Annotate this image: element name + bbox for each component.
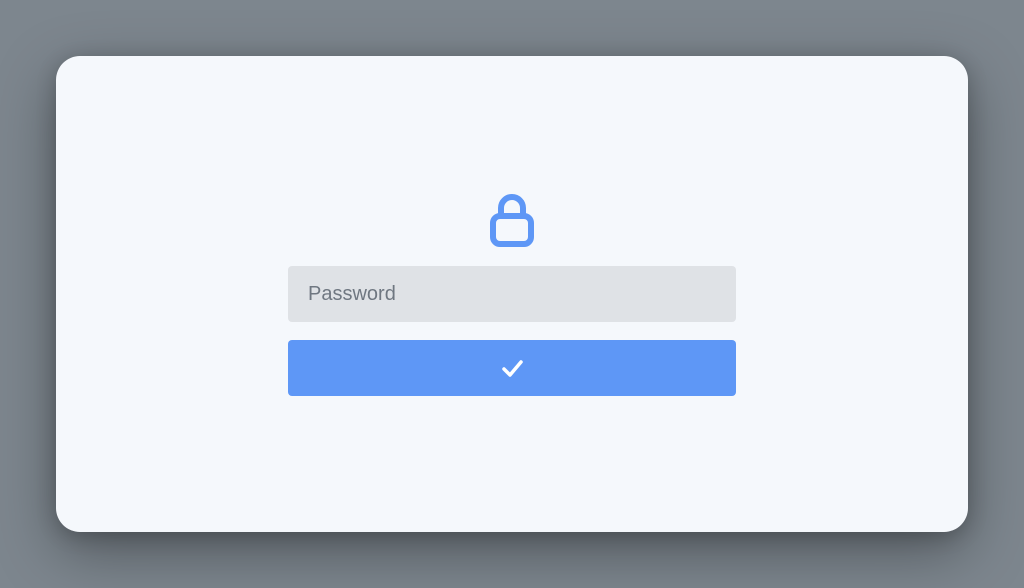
- unlock-panel: [56, 56, 968, 532]
- password-field[interactable]: [288, 266, 736, 322]
- check-icon: [498, 354, 526, 382]
- submit-button[interactable]: [288, 340, 736, 396]
- lock-icon: [487, 192, 537, 248]
